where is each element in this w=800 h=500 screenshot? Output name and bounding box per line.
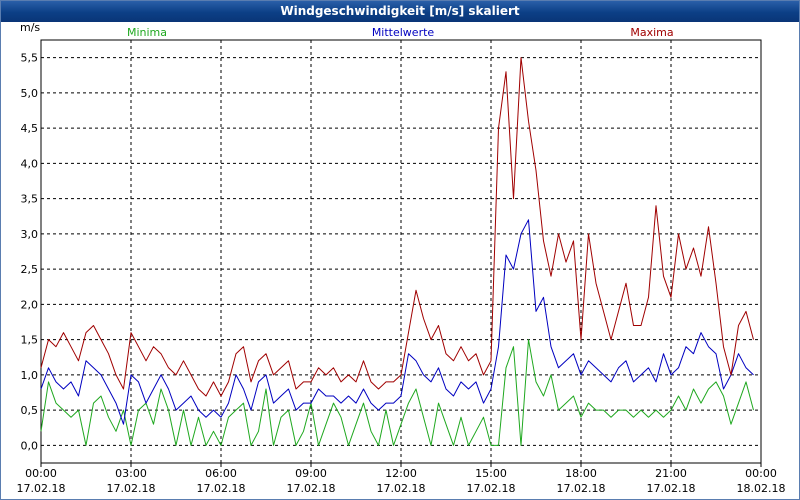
y-tick-label: 0,0 bbox=[21, 439, 39, 452]
y-tick-label: 1,0 bbox=[21, 369, 39, 382]
x-tick-time-label: 12:00 bbox=[385, 467, 417, 480]
x-tick-date-label: 17.02.18 bbox=[647, 482, 696, 495]
x-tick-time-label: 00:00 bbox=[25, 467, 57, 480]
y-tick-label: 2,0 bbox=[21, 298, 39, 311]
x-tick-time-label: 00:00 bbox=[745, 467, 777, 480]
chart-window: Windgeschwindigkeit [m/s] skaliert 0,0 0,… bbox=[0, 0, 800, 500]
x-tick-date-label: 17.02.18 bbox=[17, 482, 66, 495]
x-tick-date-label: 17.02.18 bbox=[377, 482, 426, 495]
window-title: Windgeschwindigkeit [m/s] skaliert bbox=[1, 1, 799, 22]
legend-entry-mittelwerte: Mittelwerte bbox=[372, 26, 435, 39]
x-tick-date-label: 17.02.18 bbox=[467, 482, 516, 495]
x-tick-date-label: 17.02.18 bbox=[107, 482, 156, 495]
x-tick-time-label: 15:00 bbox=[475, 467, 507, 480]
y-tick-label: 3,0 bbox=[21, 228, 39, 241]
x-tick-date-label: 18.02.18 bbox=[737, 482, 786, 495]
legend-entry-minima: Minima bbox=[127, 26, 167, 39]
y-tick-label: 0,5 bbox=[21, 404, 39, 417]
y-tick-label: 4,5 bbox=[21, 122, 39, 135]
y-tick-label: 3,5 bbox=[21, 193, 39, 206]
x-tick-time-label: 09:00 bbox=[295, 467, 327, 480]
x-tick-time-label: 21:00 bbox=[655, 467, 687, 480]
legend-entry-maxima: Maxima bbox=[630, 26, 673, 39]
x-tick-date-label: 17.02.18 bbox=[197, 482, 246, 495]
y-axis-unit: m/s bbox=[20, 22, 40, 34]
y-tick-label: 5,5 bbox=[21, 52, 39, 65]
y-tick-label: 2,5 bbox=[21, 263, 39, 276]
x-tick-time-label: 18:00 bbox=[565, 467, 597, 480]
y-tick-label: 4,0 bbox=[21, 157, 39, 170]
x-tick-time-label: 03:00 bbox=[115, 467, 147, 480]
y-tick-label: 5,0 bbox=[21, 87, 39, 100]
x-tick-time-label: 06:00 bbox=[205, 467, 237, 480]
x-tick-date-label: 17.02.18 bbox=[287, 482, 336, 495]
y-tick-label: 1,5 bbox=[21, 334, 39, 347]
x-tick-date-label: 17.02.18 bbox=[557, 482, 606, 495]
wind-speed-chart: 0,0 0,5 1,0 1,5 2,0 2,5 3,0 3,5 4,0 4,5 5,0 5,5 m/s 0… bbox=[17, 22, 786, 495]
